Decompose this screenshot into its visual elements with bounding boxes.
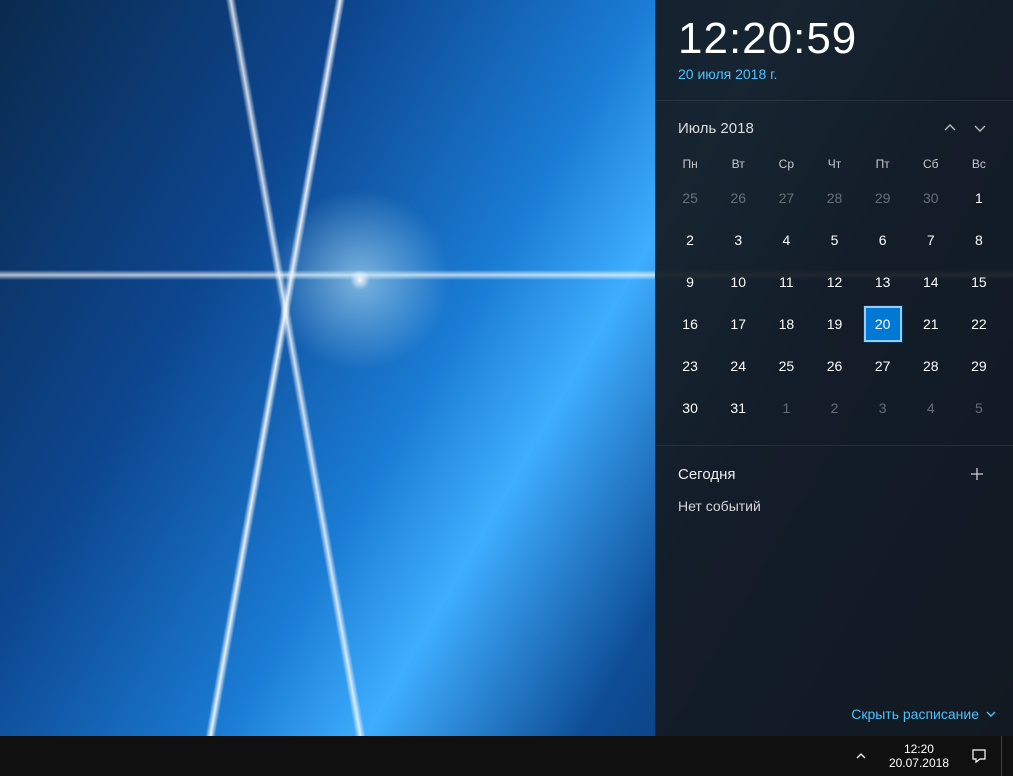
calendar-day[interactable]: 28 <box>907 345 955 387</box>
calendar-day[interactable]: 9 <box>666 261 714 303</box>
calendar-day[interactable]: 31 <box>714 387 762 429</box>
calendar-day[interactable]: 25 <box>666 177 714 219</box>
day-of-week-row: ПнВтСрЧтПтСбВс <box>666 151 1003 177</box>
calendar-week-row: 23242526272829 <box>666 345 1003 387</box>
calendar-day[interactable]: 29 <box>859 177 907 219</box>
calendar-day[interactable]: 15 <box>955 261 1003 303</box>
calendar-grid: ПнВтСрЧтПтСбВс 2526272829301234567891011… <box>656 147 1013 437</box>
calendar-day[interactable]: 26 <box>810 345 858 387</box>
calendar-day[interactable]: 1 <box>762 387 810 429</box>
calendar-day[interactable]: 29 <box>955 345 1003 387</box>
calendar-week-row: 2345678 <box>666 219 1003 261</box>
taskbar-clock[interactable]: 12:20 20.07.2018 <box>881 742 957 770</box>
tray-overflow-button[interactable] <box>847 736 875 776</box>
day-of-week-header: Ср <box>762 151 810 177</box>
calendar-day[interactable]: 2 <box>810 387 858 429</box>
calendar-day[interactable]: 27 <box>762 177 810 219</box>
flyout-clock-time: 12:20:59 <box>678 14 991 64</box>
next-month-button[interactable] <box>965 113 995 143</box>
add-event-button[interactable] <box>963 460 991 488</box>
calendar-day[interactable]: 26 <box>714 177 762 219</box>
hide-schedule-label: Скрыть расписание <box>851 706 979 722</box>
calendar-day[interactable]: 6 <box>859 219 907 261</box>
calendar-day[interactable]: 5 <box>810 219 858 261</box>
taskbar-clock-date: 20.07.2018 <box>889 756 949 770</box>
calendar-day[interactable]: 5 <box>955 387 1003 429</box>
day-of-week-header: Пн <box>666 151 714 177</box>
agenda-title: Сегодня <box>678 466 963 483</box>
taskbar-clock-time: 12:20 <box>889 742 949 756</box>
plus-icon <box>970 467 984 481</box>
calendar-day[interactable]: 27 <box>859 345 907 387</box>
calendar-day[interactable]: 21 <box>907 303 955 345</box>
calendar-day[interactable]: 3 <box>714 219 762 261</box>
calendar-day[interactable]: 8 <box>955 219 1003 261</box>
prev-month-button[interactable] <box>935 113 965 143</box>
agenda-section: Сегодня Нет событий <box>656 446 1013 696</box>
calendar-day[interactable]: 18 <box>762 303 810 345</box>
calendar-day[interactable]: 23 <box>666 345 714 387</box>
calendar-day[interactable]: 16 <box>666 303 714 345</box>
calendar-day-label: 20 <box>864 306 902 342</box>
day-of-week-header: Пт <box>859 151 907 177</box>
calendar-day[interactable]: 10 <box>714 261 762 303</box>
day-of-week-header: Вт <box>714 151 762 177</box>
calendar-day-today[interactable]: 20 <box>859 303 907 345</box>
taskbar: 12:20 20.07.2018 <box>0 736 1013 776</box>
month-header: Июль 2018 <box>656 101 1013 147</box>
calendar-day[interactable]: 24 <box>714 345 762 387</box>
calendar-day[interactable]: 12 <box>810 261 858 303</box>
calendar-day[interactable]: 13 <box>859 261 907 303</box>
month-label[interactable]: Июль 2018 <box>678 120 935 137</box>
action-center-button[interactable] <box>963 736 995 776</box>
chevron-up-icon <box>943 121 957 135</box>
calendar-day[interactable]: 7 <box>907 219 955 261</box>
calendar-day[interactable]: 4 <box>762 219 810 261</box>
system-tray: 12:20 20.07.2018 <box>847 736 1013 776</box>
calendar-week-row: 16171819202122 <box>666 303 1003 345</box>
calendar-flyout: 12:20:59 20 июля 2018 г. Июль 2018 ПнВтС… <box>655 0 1013 736</box>
hide-schedule-row: Скрыть расписание <box>656 696 1013 736</box>
no-events-text: Нет событий <box>678 498 991 514</box>
calendar-week-row: 2526272829301 <box>666 177 1003 219</box>
day-of-week-header: Вс <box>955 151 1003 177</box>
day-of-week-header: Чт <box>810 151 858 177</box>
calendar-day[interactable]: 11 <box>762 261 810 303</box>
calendar-day[interactable]: 3 <box>859 387 907 429</box>
hide-schedule-link[interactable]: Скрыть расписание <box>851 706 997 722</box>
flyout-date-link[interactable]: 20 июля 2018 г. <box>678 66 991 82</box>
calendar-day[interactable]: 19 <box>810 303 858 345</box>
calendar-week-row: 9101112131415 <box>666 261 1003 303</box>
calendar-day[interactable]: 30 <box>907 177 955 219</box>
calendar-week-row: 303112345 <box>666 387 1003 429</box>
show-desktop-button[interactable] <box>1001 736 1007 776</box>
calendar-day[interactable]: 25 <box>762 345 810 387</box>
day-of-week-header: Сб <box>907 151 955 177</box>
calendar-day[interactable]: 17 <box>714 303 762 345</box>
calendar-day[interactable]: 4 <box>907 387 955 429</box>
clock-section: 12:20:59 20 июля 2018 г. <box>656 0 1013 92</box>
chevron-down-icon <box>985 708 997 720</box>
calendar-day[interactable]: 30 <box>666 387 714 429</box>
calendar-day[interactable]: 2 <box>666 219 714 261</box>
calendar-day[interactable]: 1 <box>955 177 1003 219</box>
chevron-up-icon <box>855 750 867 762</box>
calendar-day[interactable]: 28 <box>810 177 858 219</box>
calendar-day[interactable]: 14 <box>907 261 955 303</box>
chevron-down-icon <box>973 121 987 135</box>
notification-icon <box>971 748 987 764</box>
calendar-day[interactable]: 22 <box>955 303 1003 345</box>
